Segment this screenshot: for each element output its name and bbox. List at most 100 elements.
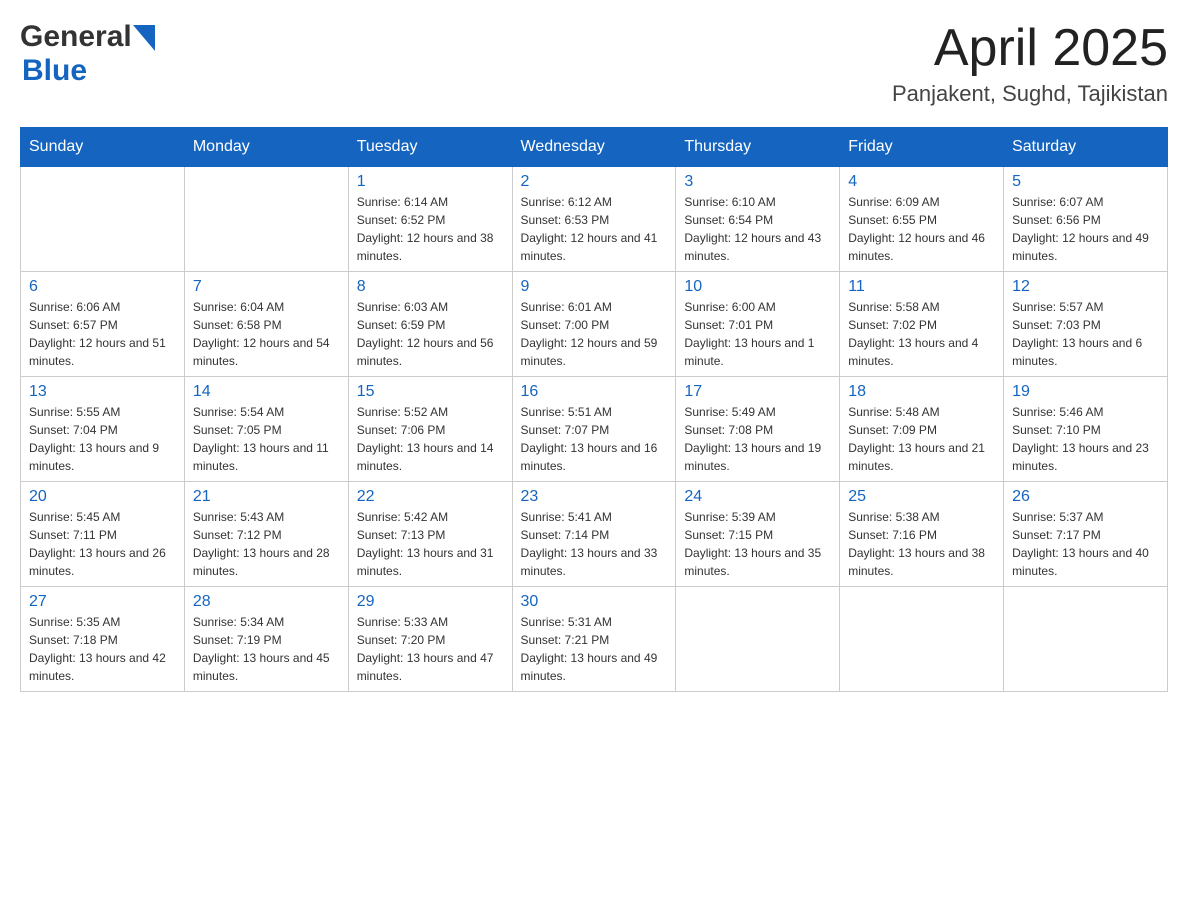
day-number: 4	[848, 173, 995, 191]
day-number: 14	[193, 383, 340, 401]
day-info: Sunrise: 5:55 AMSunset: 7:04 PMDaylight:…	[29, 403, 176, 475]
calendar-cell: 15 Sunrise: 5:52 AMSunset: 7:06 PMDayligh…	[348, 377, 512, 482]
day-number: 17	[684, 383, 831, 401]
calendar-cell: 2 Sunrise: 6:12 AMSunset: 6:53 PMDaylight…	[512, 167, 676, 272]
calendar-cell	[676, 587, 840, 692]
calendar-cell: 22 Sunrise: 5:42 AMSunset: 7:13 PMDayligh…	[348, 482, 512, 587]
calendar-cell: 8 Sunrise: 6:03 AMSunset: 6:59 PMDaylight…	[348, 272, 512, 377]
day-info: Sunrise: 5:33 AMSunset: 7:20 PMDaylight:…	[357, 613, 504, 685]
day-number: 27	[29, 593, 176, 611]
day-info: Sunrise: 6:06 AMSunset: 6:57 PMDaylight:…	[29, 298, 176, 370]
title-block: April 2025 Panjakent, Sughd, Tajikistan	[892, 20, 1168, 107]
day-info: Sunrise: 6:03 AMSunset: 6:59 PMDaylight:…	[357, 298, 504, 370]
day-info: Sunrise: 5:52 AMSunset: 7:06 PMDaylight:…	[357, 403, 504, 475]
calendar-cell: 6 Sunrise: 6:06 AMSunset: 6:57 PMDaylight…	[21, 272, 185, 377]
day-info: Sunrise: 5:54 AMSunset: 7:05 PMDaylight:…	[193, 403, 340, 475]
logo-triangle-icon	[133, 25, 155, 51]
day-number: 19	[1012, 383, 1159, 401]
calendar-cell: 18 Sunrise: 5:48 AMSunset: 7:09 PMDayligh…	[840, 377, 1004, 482]
day-number: 13	[29, 383, 176, 401]
day-info: Sunrise: 6:07 AMSunset: 6:56 PMDaylight:…	[1012, 193, 1159, 265]
day-number: 26	[1012, 488, 1159, 506]
day-number: 23	[521, 488, 668, 506]
calendar-cell: 10 Sunrise: 6:00 AMSunset: 7:01 PMDayligh…	[676, 272, 840, 377]
calendar-cell: 24 Sunrise: 5:39 AMSunset: 7:15 PMDayligh…	[676, 482, 840, 587]
day-number: 5	[1012, 173, 1159, 191]
day-number: 6	[29, 278, 176, 296]
day-number: 11	[848, 278, 995, 296]
day-info: Sunrise: 5:38 AMSunset: 7:16 PMDaylight:…	[848, 508, 995, 580]
calendar-cell: 28 Sunrise: 5:34 AMSunset: 7:19 PMDayligh…	[184, 587, 348, 692]
day-info: Sunrise: 5:48 AMSunset: 7:09 PMDaylight:…	[848, 403, 995, 475]
day-number: 7	[193, 278, 340, 296]
day-number: 8	[357, 278, 504, 296]
calendar-cell: 21Sunrise: 5:43 AMSunset: 7:12 PMDayligh…	[184, 482, 348, 587]
page-header: General Blue April 2025 Panjakent, Sughd…	[20, 20, 1168, 107]
logo-general-text: General	[20, 20, 132, 54]
calendar-day-header: Saturday	[1004, 128, 1168, 167]
calendar-cell: 29 Sunrise: 5:33 AMSunset: 7:20 PMDayligh…	[348, 587, 512, 692]
logo-blue-text: Blue	[22, 54, 87, 87]
calendar-day-header: Wednesday	[512, 128, 676, 167]
day-info: Sunrise: 5:43 AMSunset: 7:12 PMDaylight:…	[193, 508, 340, 580]
day-info: Sunrise: 6:10 AMSunset: 6:54 PMDaylight:…	[684, 193, 831, 265]
day-number: 15	[357, 383, 504, 401]
day-info: Sunrise: 5:41 AMSunset: 7:14 PMDaylight:…	[521, 508, 668, 580]
day-info: Sunrise: 5:58 AMSunset: 7:02 PMDaylight:…	[848, 298, 995, 370]
calendar-day-header: Friday	[840, 128, 1004, 167]
day-number: 22	[357, 488, 504, 506]
month-title: April 2025	[892, 20, 1168, 77]
calendar-cell: 26Sunrise: 5:37 AMSunset: 7:17 PMDayligh…	[1004, 482, 1168, 587]
day-info: Sunrise: 5:45 AMSunset: 7:11 PMDaylight:…	[29, 508, 176, 580]
day-number: 18	[848, 383, 995, 401]
day-number: 25	[848, 488, 995, 506]
day-info: Sunrise: 6:00 AMSunset: 7:01 PMDaylight:…	[684, 298, 831, 370]
calendar-week-row: 1Sunrise: 6:14 AMSunset: 6:52 PMDaylight…	[21, 167, 1168, 272]
calendar-cell: 3Sunrise: 6:10 AMSunset: 6:54 PMDaylight…	[676, 167, 840, 272]
day-number: 29	[357, 593, 504, 611]
calendar-cell: 9 Sunrise: 6:01 AMSunset: 7:00 PMDaylight…	[512, 272, 676, 377]
day-info: Sunrise: 5:42 AMSunset: 7:13 PMDaylight:…	[357, 508, 504, 580]
day-number: 12	[1012, 278, 1159, 296]
calendar-cell	[840, 587, 1004, 692]
calendar-header-row: SundayMondayTuesdayWednesdayThursdayFrid…	[21, 128, 1168, 167]
day-number: 2	[521, 173, 668, 191]
day-number: 9	[521, 278, 668, 296]
day-info: Sunrise: 5:49 AMSunset: 7:08 PMDaylight:…	[684, 403, 831, 475]
calendar-week-row: 27 Sunrise: 5:35 AMSunset: 7:18 PMDayligh…	[21, 587, 1168, 692]
calendar-day-header: Sunday	[21, 128, 185, 167]
calendar-cell: 7Sunrise: 6:04 AMSunset: 6:58 PMDaylight…	[184, 272, 348, 377]
calendar-cell: 14 Sunrise: 5:54 AMSunset: 7:05 PMDayligh…	[184, 377, 348, 482]
day-info: Sunrise: 5:34 AMSunset: 7:19 PMDaylight:…	[193, 613, 340, 685]
calendar-cell: 1Sunrise: 6:14 AMSunset: 6:52 PMDaylight…	[348, 167, 512, 272]
day-info: Sunrise: 6:09 AMSunset: 6:55 PMDaylight:…	[848, 193, 995, 265]
day-info: Sunrise: 5:51 AMSunset: 7:07 PMDaylight:…	[521, 403, 668, 475]
calendar-cell: 11 Sunrise: 5:58 AMSunset: 7:02 PMDayligh…	[840, 272, 1004, 377]
day-number: 1	[357, 173, 504, 191]
day-info: Sunrise: 5:35 AMSunset: 7:18 PMDaylight:…	[29, 613, 176, 685]
calendar-cell: 30Sunrise: 5:31 AMSunset: 7:21 PMDayligh…	[512, 587, 676, 692]
day-info: Sunrise: 6:01 AMSunset: 7:00 PMDaylight:…	[521, 298, 668, 370]
day-number: 20	[29, 488, 176, 506]
calendar-cell: 12 Sunrise: 5:57 AMSunset: 7:03 PMDayligh…	[1004, 272, 1168, 377]
day-number: 30	[521, 593, 668, 611]
logo: General Blue	[20, 20, 157, 88]
day-number: 24	[684, 488, 831, 506]
day-info: Sunrise: 5:39 AMSunset: 7:15 PMDaylight:…	[684, 508, 831, 580]
calendar-cell: 16 Sunrise: 5:51 AMSunset: 7:07 PMDayligh…	[512, 377, 676, 482]
day-info: Sunrise: 5:46 AMSunset: 7:10 PMDaylight:…	[1012, 403, 1159, 475]
calendar-week-row: 20 Sunrise: 5:45 AMSunset: 7:11 PMDayligh…	[21, 482, 1168, 587]
calendar-cell: 5 Sunrise: 6:07 AMSunset: 6:56 PMDaylight…	[1004, 167, 1168, 272]
day-info: Sunrise: 5:57 AMSunset: 7:03 PMDaylight:…	[1012, 298, 1159, 370]
day-info: Sunrise: 6:12 AMSunset: 6:53 PMDaylight:…	[521, 193, 668, 265]
day-number: 28	[193, 593, 340, 611]
day-number: 16	[521, 383, 668, 401]
calendar-cell: 19 Sunrise: 5:46 AMSunset: 7:10 PMDayligh…	[1004, 377, 1168, 482]
calendar-day-header: Thursday	[676, 128, 840, 167]
calendar-cell	[21, 167, 185, 272]
calendar-cell: 17 Sunrise: 5:49 AMSunset: 7:08 PMDayligh…	[676, 377, 840, 482]
location-title: Panjakent, Sughd, Tajikistan	[892, 81, 1168, 107]
calendar-day-header: Monday	[184, 128, 348, 167]
calendar-cell: 13 Sunrise: 5:55 AMSunset: 7:04 PMDayligh…	[21, 377, 185, 482]
day-number: 10	[684, 278, 831, 296]
